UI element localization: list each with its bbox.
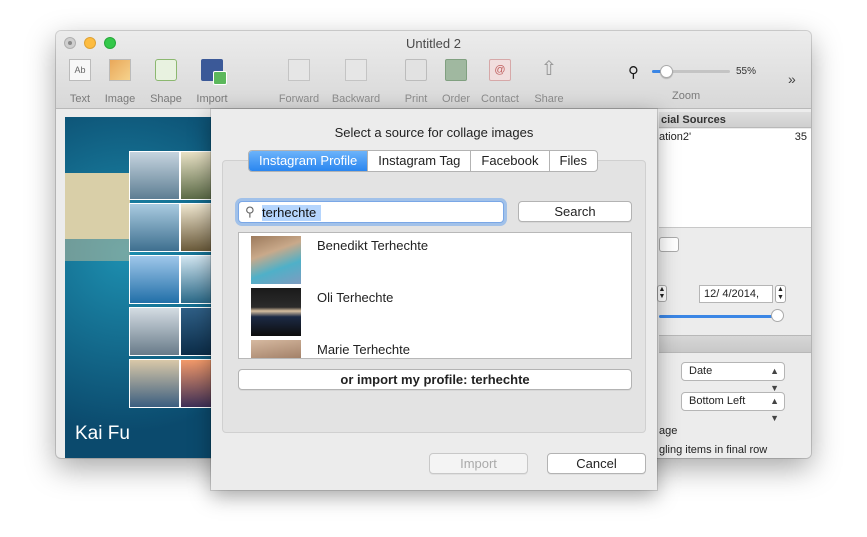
search-button[interactable]: Search — [518, 201, 632, 222]
inspector-panel: cial Sources ation2' 35 ▲ ▼ 12/ 4/2014, ▲… — [657, 109, 811, 458]
zoom-label: Zoom — [672, 90, 701, 102]
end-date-stepper[interactable]: ▲ ▼ — [775, 285, 786, 303]
toolbar-overflow-icon[interactable]: » — [788, 71, 796, 87]
share-button[interactable]: ⇧ Share — [524, 59, 574, 105]
sort-select[interactable]: Date ▲ ▼ — [681, 362, 785, 393]
option-text: gling items in final row — [659, 444, 768, 456]
forward-icon — [288, 59, 310, 81]
source-dialog: Select a source for collage images Insta… — [211, 109, 657, 490]
order-label: Order — [441, 93, 471, 105]
shape-tool-label: Shape — [150, 93, 182, 105]
import-button[interactable]: Import — [429, 453, 528, 474]
result-row[interactable]: Benedikt Terhechte — [239, 233, 631, 285]
collage-photo[interactable] — [129, 359, 180, 408]
contact-label: Contact — [481, 93, 519, 105]
profile-thumbnail — [251, 288, 301, 336]
result-row[interactable]: Marie Terhechte — [239, 337, 631, 358]
range-slider[interactable] — [659, 315, 779, 318]
zoom-percent: 55% — [736, 66, 757, 77]
shape-tool-button[interactable]: Shape — [141, 59, 191, 105]
forward-label: Forward — [278, 93, 320, 105]
order-button[interactable]: Order — [431, 59, 481, 105]
window-title: Untitled 2 — [406, 36, 461, 51]
magnifier-icon: ⚲ — [628, 64, 639, 81]
share-icon: ⇧ — [540, 58, 558, 80]
results-list[interactable]: Benedikt Terhechte Oli Terhechte Marie T… — [238, 232, 632, 359]
collage-photo[interactable] — [129, 255, 180, 304]
backward-button[interactable]: Backward — [331, 59, 381, 105]
search-field[interactable]: ⚲ — [238, 201, 504, 223]
profile-thumbnail — [251, 340, 301, 358]
collage-photo[interactable] — [129, 151, 180, 200]
beige-block-shadow — [65, 239, 130, 261]
profile-thumbnail — [251, 236, 301, 284]
collage-canvas[interactable]: Kai Fu — [65, 117, 231, 458]
collage-name-text[interactable]: Kai Fu — [75, 423, 130, 445]
print-icon — [405, 59, 427, 81]
cancel-button[interactable]: Cancel — [547, 453, 646, 474]
toolbar: Untitled 2 Ab Text Image Shape Import Fo… — [56, 31, 811, 109]
image-icon — [109, 59, 131, 81]
import-icon — [201, 59, 227, 85]
forward-button[interactable]: Forward — [274, 59, 324, 105]
start-date-stepper[interactable]: ▲ ▼ — [657, 285, 667, 302]
section-divider — [659, 335, 811, 353]
social-sources-header: cial Sources — [659, 112, 811, 128]
range-slider-knob[interactable] — [771, 309, 784, 322]
contact-button[interactable]: @ Contact — [475, 59, 525, 105]
search-input[interactable] — [262, 203, 498, 221]
remove-source-button[interactable] — [659, 237, 679, 252]
position-select-value: Bottom Left — [689, 395, 746, 407]
dialog-title: Select a source for collage images — [334, 125, 534, 140]
beige-block — [65, 173, 130, 239]
source-tabs: Instagram Profile Instagram Tag Facebook… — [248, 150, 598, 172]
sources-list[interactable]: ation2' 35 — [659, 129, 811, 228]
result-row[interactable]: Oli Terhechte — [239, 285, 631, 337]
import-tool-button[interactable]: Import — [187, 59, 237, 105]
position-select[interactable]: Bottom Left ▲ ▼ — [681, 392, 785, 423]
collage-photo[interactable] — [129, 307, 180, 356]
shape-icon — [155, 59, 177, 81]
profile-name: Benedikt Terhechte — [317, 238, 429, 253]
text-icon: Ab — [69, 59, 91, 81]
import-tool-label: Import — [196, 93, 228, 105]
backward-icon — [345, 59, 367, 81]
source-item-label[interactable]: ation2' — [659, 131, 691, 143]
select-chevron-icon: ▲ ▼ — [770, 396, 779, 423]
search-icon: ⚲ — [245, 204, 255, 219]
tab-facebook[interactable]: Facebook — [471, 151, 550, 171]
option-text: age — [659, 425, 678, 437]
zoom-slider-knob[interactable] — [660, 65, 674, 78]
tab-instagram-tag[interactable]: Instagram Tag — [368, 151, 472, 171]
order-icon — [445, 59, 467, 81]
image-tool-button[interactable]: Image — [95, 59, 145, 105]
contact-icon: @ — [489, 59, 511, 81]
sort-select-value: Date — [689, 365, 713, 377]
source-item-count: 35 — [794, 131, 807, 143]
backward-label: Backward — [331, 93, 381, 105]
zoom-control: ⚲ 55% Zoom — [626, 61, 776, 102]
end-date-field[interactable]: 12/ 4/2014, — [699, 285, 773, 303]
collage-photo[interactable] — [129, 203, 180, 252]
share-label: Share — [534, 93, 564, 105]
tab-files[interactable]: Files — [550, 151, 597, 171]
profile-name: Marie Terhechte — [317, 342, 410, 357]
zoom-slider[interactable] — [652, 65, 730, 78]
import-my-profile-button[interactable]: or import my profile: terhechte — [238, 369, 632, 390]
image-tool-label: Image — [104, 93, 136, 105]
profile-name: Oli Terhechte — [317, 290, 394, 305]
tab-instagram-profile[interactable]: Instagram Profile — [249, 151, 369, 171]
